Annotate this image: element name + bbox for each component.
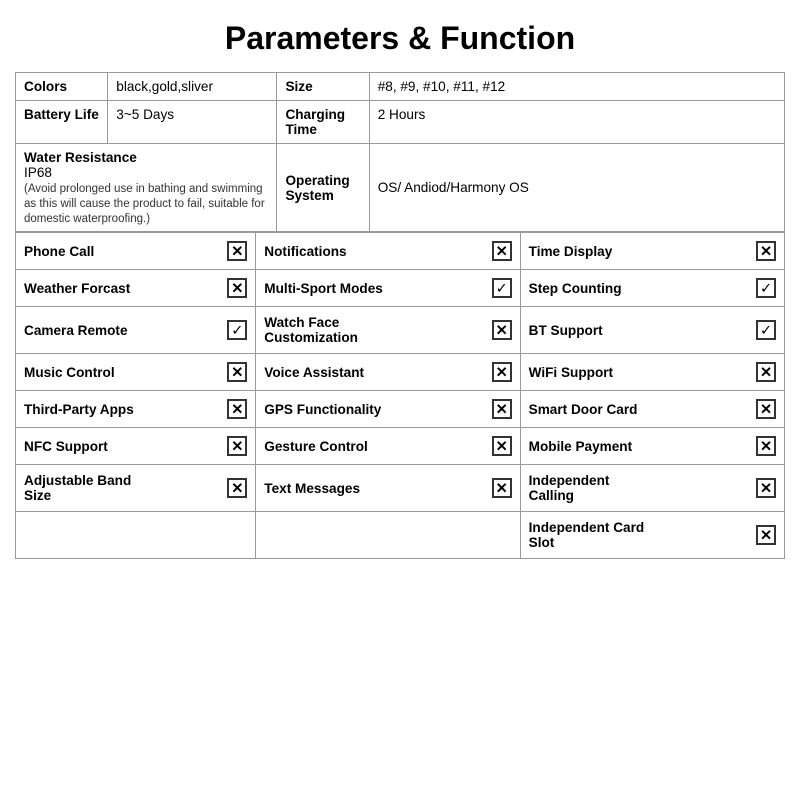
x-icon: ✕	[756, 362, 776, 382]
features-table: Phone Call✕Notifications✕Time Display✕We…	[15, 232, 785, 559]
page-title: Parameters & Function	[15, 20, 785, 57]
tick-icon: ✓	[756, 278, 776, 298]
feature-label-col3: Smart Door Card	[529, 402, 649, 417]
x-icon: ✕	[227, 436, 247, 456]
feature-label-col3: Time Display	[529, 244, 649, 259]
x-icon: ✕	[227, 278, 247, 298]
feature-label-col2: Voice Assistant	[264, 365, 384, 380]
table-row: Phone Call ✕ Notifications ✕ Time Display ✕	[16, 233, 785, 270]
feature-label-col1: Phone Call	[24, 244, 144, 259]
feature-label-col1: Camera Remote	[24, 323, 144, 338]
tick-icon: ✓	[492, 278, 512, 298]
x-icon: ✕	[492, 320, 512, 340]
feature-label-col2: Gesture Control	[264, 439, 384, 454]
colors-label: Colors	[24, 79, 67, 94]
tick-icon: ✓	[227, 320, 247, 340]
os-label: Operating System	[285, 173, 349, 203]
x-icon: ✕	[227, 399, 247, 419]
water-note: (Avoid prolonged use in bathing and swim…	[24, 183, 265, 225]
table-row: Weather Forcast ✕ Multi-Sport Modes ✓ Step C…	[16, 270, 785, 307]
feature-label-col3: BT Support	[529, 323, 649, 338]
water-label: Water Resistance	[24, 150, 137, 165]
feature-label-col1: Third-Party Apps	[24, 402, 144, 417]
os-value: OS/ Andiod/Harmony OS	[378, 180, 529, 195]
feature-label-col2: Text Messages	[264, 481, 384, 496]
feature-label-col1: Weather Forcast	[24, 281, 144, 296]
charging-label: Charging Time	[285, 107, 345, 137]
feature-label-col2: Notifications	[264, 244, 384, 259]
table-row: Music Control ✕ Voice Assistant ✕ WiFi Suppo…	[16, 354, 785, 391]
feature-label-col3: WiFi Support	[529, 365, 649, 380]
x-icon: ✕	[492, 362, 512, 382]
table-row: Camera Remote ✓ Watch Face Customization ✕ B…	[16, 307, 785, 354]
charging-value: 2 Hours	[378, 107, 426, 122]
x-icon: ✕	[227, 362, 247, 382]
battery-value: 3~5 Days	[116, 107, 174, 122]
x-icon: ✕	[227, 478, 247, 498]
x-icon: ✕	[756, 241, 776, 261]
x-icon: ✕	[756, 436, 776, 456]
x-icon: ✕	[492, 436, 512, 456]
params-table: Colors black,gold,sliver Size #8, #9, #1…	[15, 72, 785, 232]
x-icon: ✕	[756, 478, 776, 498]
table-row: Third-Party Apps ✕ GPS Functionality ✕ Smart…	[16, 391, 785, 428]
feature-label-col3: Independent Card Slot	[529, 520, 649, 550]
x-icon: ✕	[492, 241, 512, 261]
size-value: #8, #9, #10, #11, #12	[378, 79, 506, 94]
x-icon: ✕	[756, 399, 776, 419]
water-value: IP68	[24, 165, 52, 180]
feature-label-col3: Mobile Payment	[529, 439, 649, 454]
feature-label-col2: Watch Face Customization	[264, 315, 384, 345]
feature-label-col1: Adjustable Band Size	[24, 473, 144, 503]
battery-label: Battery Life	[24, 107, 99, 122]
x-icon: ✕	[492, 478, 512, 498]
feature-label-col2: GPS Functionality	[264, 402, 384, 417]
colors-value: black,gold,sliver	[116, 79, 213, 94]
feature-label-col2: Multi-Sport Modes	[264, 281, 384, 296]
size-label: Size	[285, 79, 312, 94]
tick-icon: ✓	[756, 320, 776, 340]
x-icon: ✕	[227, 241, 247, 261]
feature-label-col3: Step Counting	[529, 281, 649, 296]
feature-label-col3: Independent Calling	[529, 473, 649, 503]
x-icon: ✕	[492, 399, 512, 419]
feature-label-col1: NFC Support	[24, 439, 144, 454]
feature-label-col1: Music Control	[24, 365, 144, 380]
table-row: Adjustable Band Size ✕ Text Messages ✕ Indep…	[16, 465, 785, 512]
table-row: Independent Card Slot ✕	[16, 512, 785, 559]
table-row: NFC Support ✕ Gesture Control ✕ Mobile Payme…	[16, 428, 785, 465]
x-icon: ✕	[756, 525, 776, 545]
